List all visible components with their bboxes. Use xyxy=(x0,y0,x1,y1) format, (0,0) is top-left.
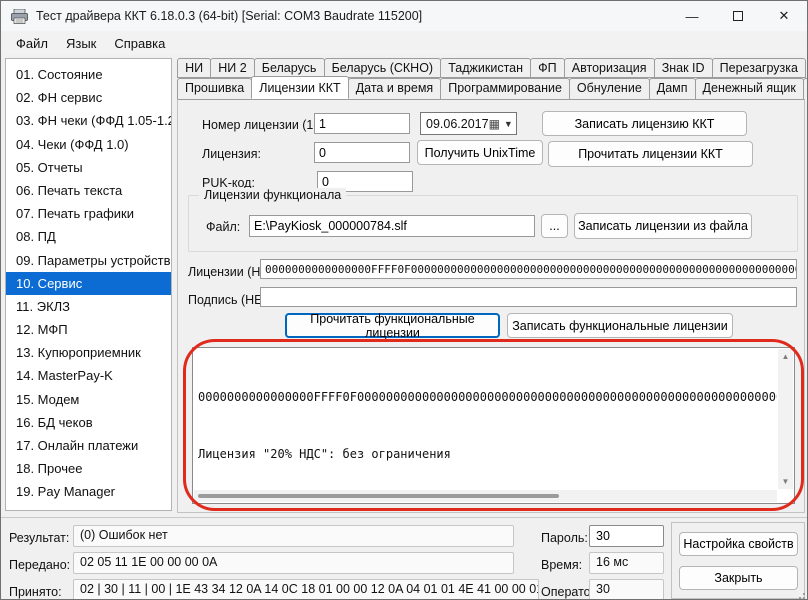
result-label: Результат: xyxy=(9,531,69,545)
tab-sd-card[interactable]: SD-карта xyxy=(803,78,808,99)
tab-authorization[interactable]: Авторизация xyxy=(564,58,655,78)
sidebar-item-check-db[interactable]: 16. БД чеков xyxy=(6,411,171,434)
tab-row-2: Прошивка Лицензии ККТ Дата и время Прогр… xyxy=(177,78,805,99)
scroll-up-icon[interactable]: ▲ xyxy=(782,349,790,364)
status-bar: Результат: (0) Ошибок нет Передано: 02 0… xyxy=(1,517,807,600)
sidebar-item-bill-acceptor[interactable]: 13. Купюроприемник xyxy=(6,341,171,364)
scroll-down-icon[interactable]: ▼ xyxy=(782,474,790,489)
title-bar: Тест драйвера ККТ 6.18.0.3 (64-bit) [Ser… xyxy=(1,1,807,31)
action-button-group: Настройка свойств Закрыть xyxy=(671,522,805,599)
tab-belarus-skno[interactable]: Беларусь (СКНО) xyxy=(324,58,442,78)
tab-reset[interactable]: Обнуление xyxy=(569,78,650,99)
read-functional-licenses-button[interactable]: Прочитать функциональные лицензии xyxy=(285,313,500,338)
tab-fp[interactable]: ФП xyxy=(530,58,565,78)
read-kkt-licenses-button[interactable]: Прочитать лицензии ККТ xyxy=(548,141,753,167)
sidebar-item-pay-manager[interactable]: 19. Pay Manager xyxy=(6,480,171,503)
sidebar-item-mfp[interactable]: 12. МФП xyxy=(6,318,171,341)
window-title: Тест драйвера ККТ 6.18.0.3 (64-bit) [Ser… xyxy=(36,9,422,23)
sidebar-item-modem[interactable]: 15. Модем xyxy=(6,388,171,411)
result-value: (0) Ошибок нет xyxy=(73,525,514,547)
tab-firmware[interactable]: Прошивка xyxy=(177,78,252,99)
functional-licenses-group-title: Лицензии функционала xyxy=(199,188,346,202)
menu-language[interactable]: Язык xyxy=(57,34,105,53)
close-app-button[interactable]: Закрыть xyxy=(679,566,798,590)
sidebar-item-state[interactable]: 01. Состояние xyxy=(6,63,171,86)
resize-grip[interactable] xyxy=(795,589,805,599)
horizontal-scrollbar[interactable] xyxy=(194,490,777,502)
tab-programming[interactable]: Программирование xyxy=(440,78,570,99)
tab-ni2[interactable]: НИ 2 xyxy=(210,58,255,78)
tab-ni[interactable]: НИ xyxy=(177,58,211,78)
tab-dump[interactable]: Дамп xyxy=(649,78,696,99)
sidebar-item-fn-service[interactable]: 02. ФН сервис xyxy=(6,86,171,109)
time-label: Время: xyxy=(541,558,582,572)
sidebar-item-online-payments[interactable]: 17. Онлайн платежи xyxy=(6,434,171,457)
tab-znak-id[interactable]: Знак ID xyxy=(654,58,713,78)
file-path-input[interactable] xyxy=(249,215,535,237)
section-list: 01. Состояние 02. ФН сервис 03. ФН чеки … xyxy=(5,58,172,511)
license-output-text: 0000000000000000FFFF0F000000000000000000… xyxy=(198,350,777,489)
menu-file[interactable]: Файл xyxy=(7,34,57,53)
calendar-icon: ▦ xyxy=(489,118,500,130)
license-input[interactable] xyxy=(314,142,410,163)
sidebar-item-reports[interactable]: 05. Отчеты xyxy=(6,156,171,179)
app-window: Тест драйвера ККТ 6.18.0.3 (64-bit) [Ser… xyxy=(0,0,808,600)
maximize-button[interactable] xyxy=(715,1,761,31)
browse-file-button[interactable]: ... xyxy=(541,214,568,238)
tab-tajikistan[interactable]: Таджикистан xyxy=(440,58,531,78)
sidebar-item-service[interactable]: 10. Сервис xyxy=(6,272,171,295)
tab-control: НИ НИ 2 Беларусь Беларусь (СКНО) Таджики… xyxy=(177,58,805,513)
sidebar-item-other[interactable]: 18. Прочее xyxy=(6,457,171,480)
sidebar-item-pd[interactable]: 08. ПД xyxy=(6,225,171,248)
tab-date-time[interactable]: Дата и время xyxy=(348,78,442,99)
output-line: 0000000000000000FFFF0F000000000000000000… xyxy=(198,388,777,407)
received-label: Принято: xyxy=(9,585,62,599)
license-label: Лицензия: xyxy=(202,147,261,161)
get-unixtime-button[interactable]: Получить UnixTime xyxy=(417,140,543,165)
licenses-hex-input[interactable]: 0000000000000000FFFF0F000000000000000000… xyxy=(260,259,797,279)
operator-value: 30 xyxy=(589,579,664,600)
horizontal-scroll-thumb[interactable] xyxy=(198,494,559,498)
write-functional-licenses-button[interactable]: Записать функциональные лицензии xyxy=(507,313,733,338)
received-value: 02 | 30 | 11 | 00 | 1E 43 34 12 0A 14 0C… xyxy=(73,579,539,600)
tab-kkt-licenses[interactable]: Лицензии ККТ xyxy=(251,76,348,99)
sidebar-item-fn-checks[interactable]: 03. ФН чеки (ФФД 1.05-1.2) xyxy=(6,109,171,132)
sidebar-item-print-graphics[interactable]: 07. Печать графики xyxy=(6,202,171,225)
properties-settings-button[interactable]: Настройка свойств xyxy=(679,532,798,556)
time-value: 16 мс xyxy=(589,552,664,574)
tab-cash-drawer[interactable]: Денежный ящик xyxy=(695,78,804,99)
signature-hex-input[interactable] xyxy=(260,287,797,307)
chevron-down-icon[interactable]: ▼ xyxy=(500,119,517,129)
sent-label: Передано: xyxy=(9,558,70,572)
menu-help[interactable]: Справка xyxy=(105,34,174,53)
sidebar-item-checks[interactable]: 04. Чеки (ФФД 1.0) xyxy=(6,133,171,156)
vertical-scrollbar[interactable]: ▲ ▼ xyxy=(778,349,793,489)
tab-reboot[interactable]: Перезагрузка xyxy=(712,58,806,78)
sidebar-item-print-text[interactable]: 06. Печать текста xyxy=(6,179,171,202)
license-output-area[interactable]: 0000000000000000FFFF0F000000000000000000… xyxy=(192,347,795,504)
date-value: 09.06.2017 xyxy=(426,117,489,131)
window-controls: — ✕ xyxy=(669,1,807,31)
license-number-input[interactable] xyxy=(314,113,410,134)
functional-licenses-group: Лицензии функционала Файл: ... Записать … xyxy=(188,195,798,252)
close-button[interactable]: ✕ xyxy=(761,1,807,31)
tab-belarus[interactable]: Беларусь xyxy=(254,58,325,78)
sidebar-item-device-params[interactable]: 09. Параметры устройства xyxy=(6,249,171,272)
menu-bar: Файл Язык Справка xyxy=(1,31,807,55)
sidebar-item-eklz[interactable]: 11. ЭКЛЗ xyxy=(6,295,171,318)
kkt-licenses-panel: Номер лицензии (1-15) 09.06.2017 ▦ ▼ Зап… xyxy=(177,99,805,513)
password-input[interactable] xyxy=(589,525,664,547)
password-label: Пароль: xyxy=(541,531,588,545)
minimize-button[interactable]: — xyxy=(669,1,715,31)
write-kkt-license-button[interactable]: Записать лицензию ККТ xyxy=(542,111,747,136)
app-printer-icon xyxy=(11,9,28,24)
tab-row-1: НИ НИ 2 Беларусь Беларусь (СКНО) Таджики… xyxy=(177,58,805,78)
sidebar-item-masterpay[interactable]: 14. MasterPay-K xyxy=(6,364,171,387)
date-picker[interactable]: 09.06.2017 ▦ ▼ xyxy=(420,112,517,135)
write-licenses-from-file-button[interactable]: Записать лицензии из файла xyxy=(574,213,752,239)
output-line: Лицензия "20% НДС": без ограничения xyxy=(198,445,777,464)
file-label: Файл: xyxy=(206,220,240,234)
sent-value: 02 05 11 1E 00 00 00 0A xyxy=(73,552,514,574)
